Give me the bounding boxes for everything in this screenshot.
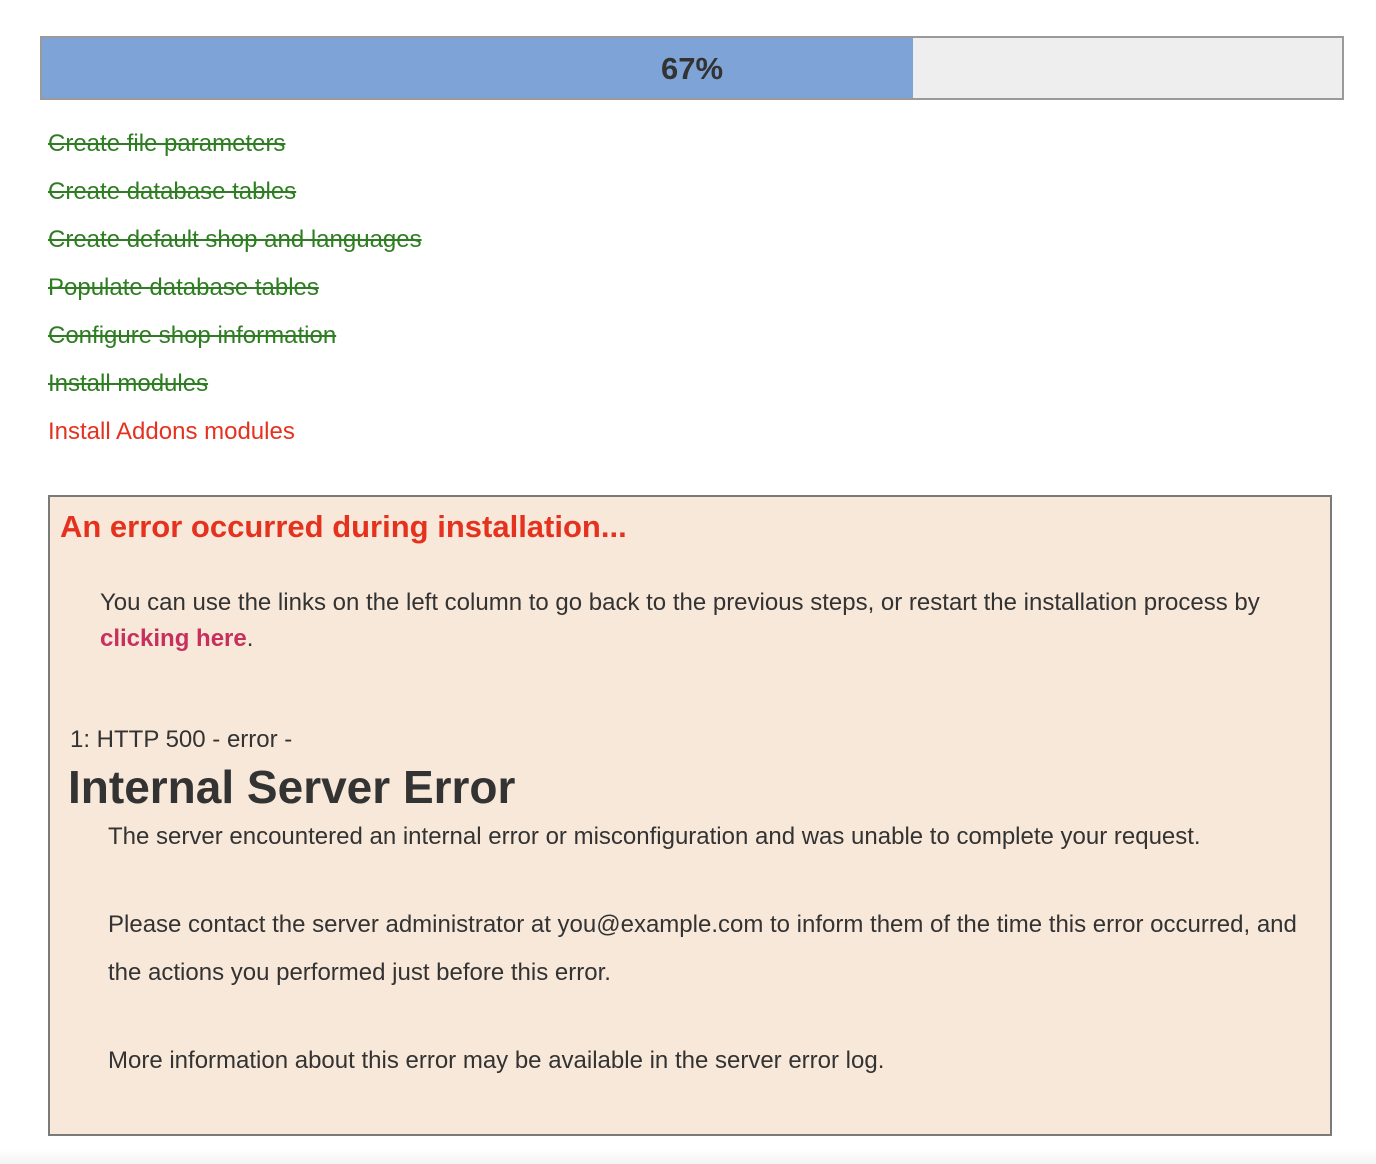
step-configure-shop-information: Configure shop information	[48, 322, 337, 349]
error-help-before: You can use the links on the left column…	[100, 589, 1260, 616]
step-create-file-parameters: Create file parameters	[48, 130, 286, 157]
step-create-database-tables: Create database tables	[48, 178, 297, 205]
server-error-title: Internal Server Error	[68, 761, 516, 813]
server-error-message: The server encountered an internal error…	[108, 823, 1201, 850]
error-title: An error occurred during installation...	[60, 509, 627, 544]
server-log-message: More information about this error may be…	[108, 1047, 885, 1074]
installation-step-list: Create file parameters Create database t…	[48, 124, 422, 460]
installation-error-box: An error occurred during installation...…	[48, 495, 1332, 1136]
step-populate-database-tables: Populate database tables	[48, 274, 319, 301]
error-help-text: You can use the links on the left column…	[100, 585, 1290, 657]
step-create-default-shop-and-languages: Create default shop and languages	[48, 226, 422, 253]
installation-progress-bar: 67%	[40, 36, 1344, 100]
page-bottom-shadow	[0, 1150, 1376, 1164]
step-install-modules: Install modules	[48, 370, 209, 397]
http-error-code: 1: HTTP 500 - error -	[70, 726, 293, 753]
restart-installation-link[interactable]: clicking here	[100, 625, 247, 652]
server-contact-message: Please contact the server administrator …	[108, 911, 1297, 986]
progress-percentage: 67%	[660, 51, 724, 86]
error-help-after: .	[246, 625, 254, 652]
step-install-addons-modules: Install Addons modules	[48, 418, 295, 445]
